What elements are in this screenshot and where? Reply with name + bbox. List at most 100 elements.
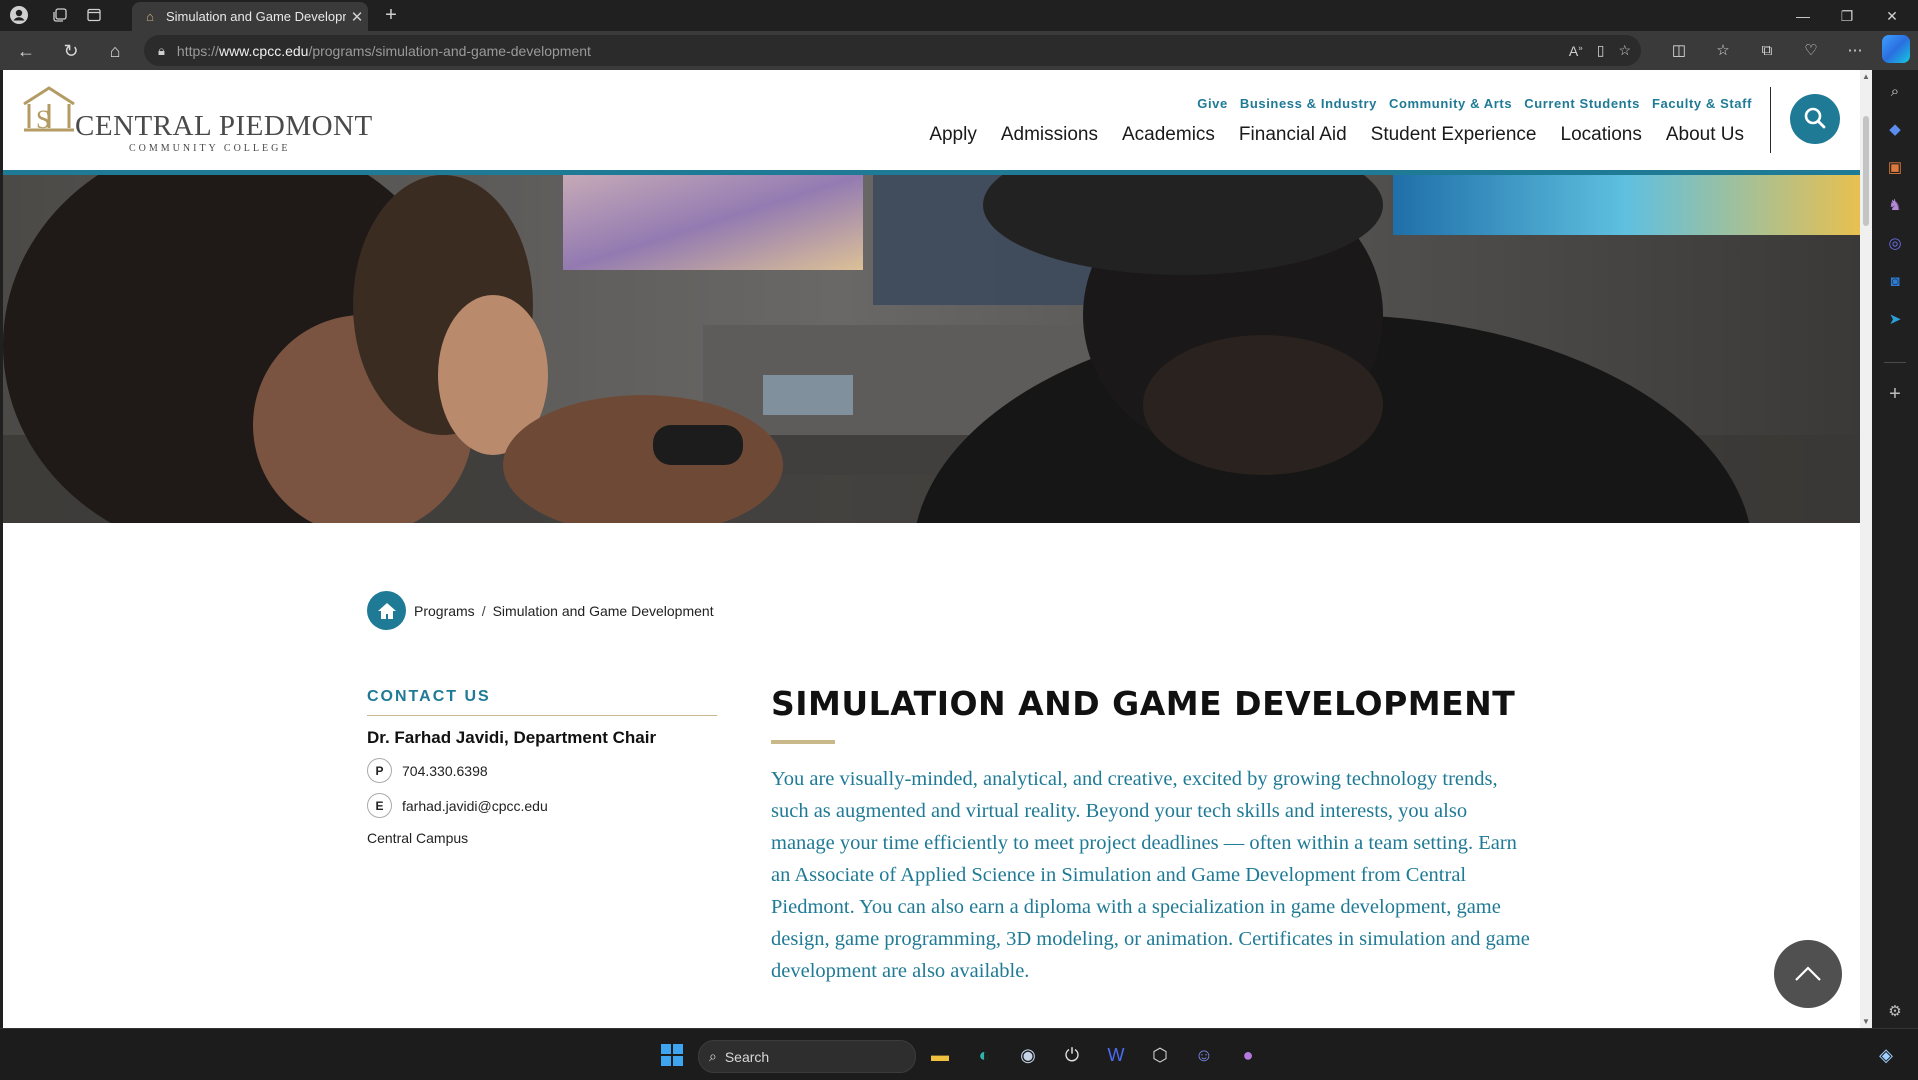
page-title: SIMULATION AND GAME DEVELOPMENT [771, 684, 1516, 723]
web-page: S CENTRAL PIEDMONT COMMUNITY COLLEGE Giv… [3, 70, 1860, 1028]
back-to-top-button[interactable] [1774, 940, 1842, 1008]
phone-badge: P [367, 758, 392, 783]
minimize-button[interactable]: — [1783, 6, 1823, 26]
cpcc-logo-icon: S [23, 86, 75, 134]
sidebar-shopping-icon[interactable]: ◆ [1883, 118, 1907, 142]
browser-toolbar: ← ↻ ⌂ 🔒︎ https://www.cpcc.edu/programs/s… [0, 31, 1918, 70]
nav-about-us[interactable]: About Us [1666, 124, 1744, 146]
unity-icon[interactable]: ⬡ [1144, 1039, 1176, 1071]
program-content: SIMULATION AND GAME DEVELOPMENT You are … [771, 684, 1531, 1008]
favorites-icon[interactable]: ☆ [1711, 39, 1735, 63]
sidebar-copilot-icon[interactable]: ◎ [1883, 232, 1907, 256]
file-explorer-icon[interactable]: ▬ [924, 1039, 956, 1071]
copilot-tray-icon[interactable]: ◈ [1870, 1039, 1902, 1071]
nav-student-experience[interactable]: Student Experience [1371, 124, 1537, 146]
sidebar-tools-icon[interactable]: ▣ [1883, 156, 1907, 180]
nav-financial-aid[interactable]: Financial Aid [1239, 124, 1347, 146]
taskbar-search-box[interactable]: ⌕ Search [698, 1040, 916, 1073]
taskbar-search-icon: ⌕ [709, 1048, 717, 1064]
app-shield-icon[interactable]: ⏻ [1056, 1039, 1088, 1071]
taskbar-search-label: Search [724, 1048, 770, 1065]
program-intro: You are visually-minded, analytical, and… [771, 768, 1530, 982]
site-search-button[interactable] [1790, 94, 1840, 144]
email-badge: E [367, 793, 392, 818]
sidebar-outlook-icon[interactable]: ◙ [1883, 270, 1907, 294]
sidebar-divider [1884, 362, 1906, 363]
scroll-down-arrow-icon[interactable]: ▼ [1860, 1017, 1872, 1026]
immersive-reader-icon[interactable]: ▯ [1597, 42, 1605, 59]
windows-taskbar: ⌕ Search ▬ ◐ ◉ ⏻ W ⬡ ☺ ● ◈ [0, 1028, 1918, 1080]
edge-browser-icon[interactable]: ◐ [968, 1039, 1000, 1071]
tab-title: Simulation and Game Developm [166, 9, 346, 24]
main-nav: Apply Admissions Academics Financial Aid… [929, 124, 1744, 146]
contact-heading: CONTACT US [367, 688, 717, 716]
contact-phone-row: P 704.330.6398 [367, 758, 717, 783]
scroll-up-arrow-icon[interactable]: ▲ [1860, 72, 1872, 81]
utility-link-faculty[interactable]: Faculty & Staff [1652, 96, 1752, 111]
utility-link-students[interactable]: Current Students [1524, 96, 1640, 111]
breadcrumb-home-button[interactable] [367, 591, 406, 630]
profile-icon[interactable] [8, 4, 30, 26]
github-icon[interactable]: ● [1232, 1039, 1264, 1071]
title-underline [771, 740, 835, 744]
read-aloud-icon[interactable]: A» [1569, 43, 1583, 59]
nav-locations[interactable]: Locations [1561, 124, 1642, 146]
cpcc-favicon-icon: ⌂ [146, 8, 154, 24]
sidebar-send-icon[interactable]: ➤ [1883, 308, 1907, 332]
workspaces-icon[interactable] [49, 4, 71, 26]
sidebar-games-icon[interactable]: ♞ [1883, 194, 1907, 218]
browser-tab-bar: ⌂ Simulation and Game Developm ✕ + — ❐ ✕ [0, 0, 1918, 31]
contact-phone[interactable]: 704.330.6398 [402, 763, 488, 779]
lock-icon[interactable]: 🔒︎ [158, 43, 165, 59]
contact-email[interactable]: farhad.javidi@cpcc.edu [402, 798, 548, 814]
split-screen-icon[interactable]: ◫ [1667, 39, 1691, 63]
back-icon[interactable]: ← [14, 39, 38, 63]
utility-link-give[interactable]: Give [1197, 96, 1228, 111]
breadcrumb-current: Simulation and Game Development [492, 602, 714, 619]
home-icon[interactable]: ⌂ [103, 39, 127, 63]
discord-icon[interactable]: ☺ [1188, 1039, 1220, 1071]
utility-link-community[interactable]: Community & Arts [1389, 96, 1512, 111]
nav-divider [1770, 87, 1771, 153]
restore-button[interactable]: ❐ [1827, 6, 1867, 26]
steam-icon[interactable]: ◉ [1012, 1039, 1044, 1071]
nav-apply[interactable]: Apply [929, 124, 977, 146]
chevron-up-icon [1795, 966, 1821, 981]
contact-email-row: E farhad.javidi@cpcc.edu [367, 793, 717, 818]
favorite-star-icon[interactable]: ☆ [1618, 42, 1631, 59]
contact-name: Dr. Farhad Javidi, Department Chair [367, 728, 657, 747]
logo-subtitle: COMMUNITY COLLEGE [129, 143, 291, 154]
more-menu-icon[interactable]: ⋯ [1843, 39, 1867, 63]
sidebar-settings-icon[interactable]: ⚙ [1883, 1000, 1907, 1024]
close-tab-icon[interactable]: ✕ [346, 8, 368, 26]
scrollbar-thumb[interactable] [1863, 116, 1869, 226]
browser-essentials-icon[interactable]: ♡ [1799, 39, 1823, 63]
edge-sidebar: ⌕ ◆ ▣ ♞ ◎ ◙ ➤ + ⚙ [1872, 70, 1918, 1028]
windows-start-icon[interactable] [656, 1039, 688, 1071]
nav-academics[interactable]: Academics [1122, 124, 1215, 146]
refresh-icon[interactable]: ↻ [59, 39, 83, 63]
home-icon [377, 602, 396, 619]
logo-name: CENTRAL PIEDMONT [75, 110, 373, 142]
close-window-button[interactable]: ✕ [1872, 6, 1912, 26]
sidebar-add-icon[interactable]: + [1883, 382, 1907, 406]
breadcrumb-separator: / [481, 602, 486, 619]
address-bar[interactable]: 🔒︎ https://www.cpcc.edu/programs/simulat… [144, 35, 1641, 66]
search-icon [1804, 107, 1826, 129]
new-tab-button[interactable]: + [378, 4, 404, 28]
site-header: S CENTRAL PIEDMONT COMMUNITY COLLEGE Giv… [3, 70, 1860, 175]
tab-actions-icon[interactable] [83, 4, 105, 26]
hero-image [3, 175, 1860, 523]
sidebar-search-icon[interactable]: ⌕ [1883, 80, 1907, 104]
tab-active[interactable]: ⌂ Simulation and Game Developm ✕ [132, 2, 368, 31]
webstorm-icon[interactable]: W [1100, 1039, 1132, 1071]
page-scrollbar[interactable]: ▲ ▼ [1860, 70, 1872, 1028]
collections-icon[interactable]: ⧉ [1755, 39, 1779, 63]
url-text[interactable]: https://www.cpcc.edu/programs/simulation… [177, 43, 591, 59]
utility-link-business[interactable]: Business & Industry [1240, 96, 1377, 111]
contact-panel: CONTACT US Dr. Farhad Javidi, Department… [367, 688, 717, 846]
breadcrumb-programs[interactable]: Programs [414, 603, 475, 619]
breadcrumb: Programs / Simulation and Game Developme… [367, 591, 714, 630]
copilot-icon[interactable] [1882, 35, 1910, 63]
nav-admissions[interactable]: Admissions [1001, 124, 1098, 146]
